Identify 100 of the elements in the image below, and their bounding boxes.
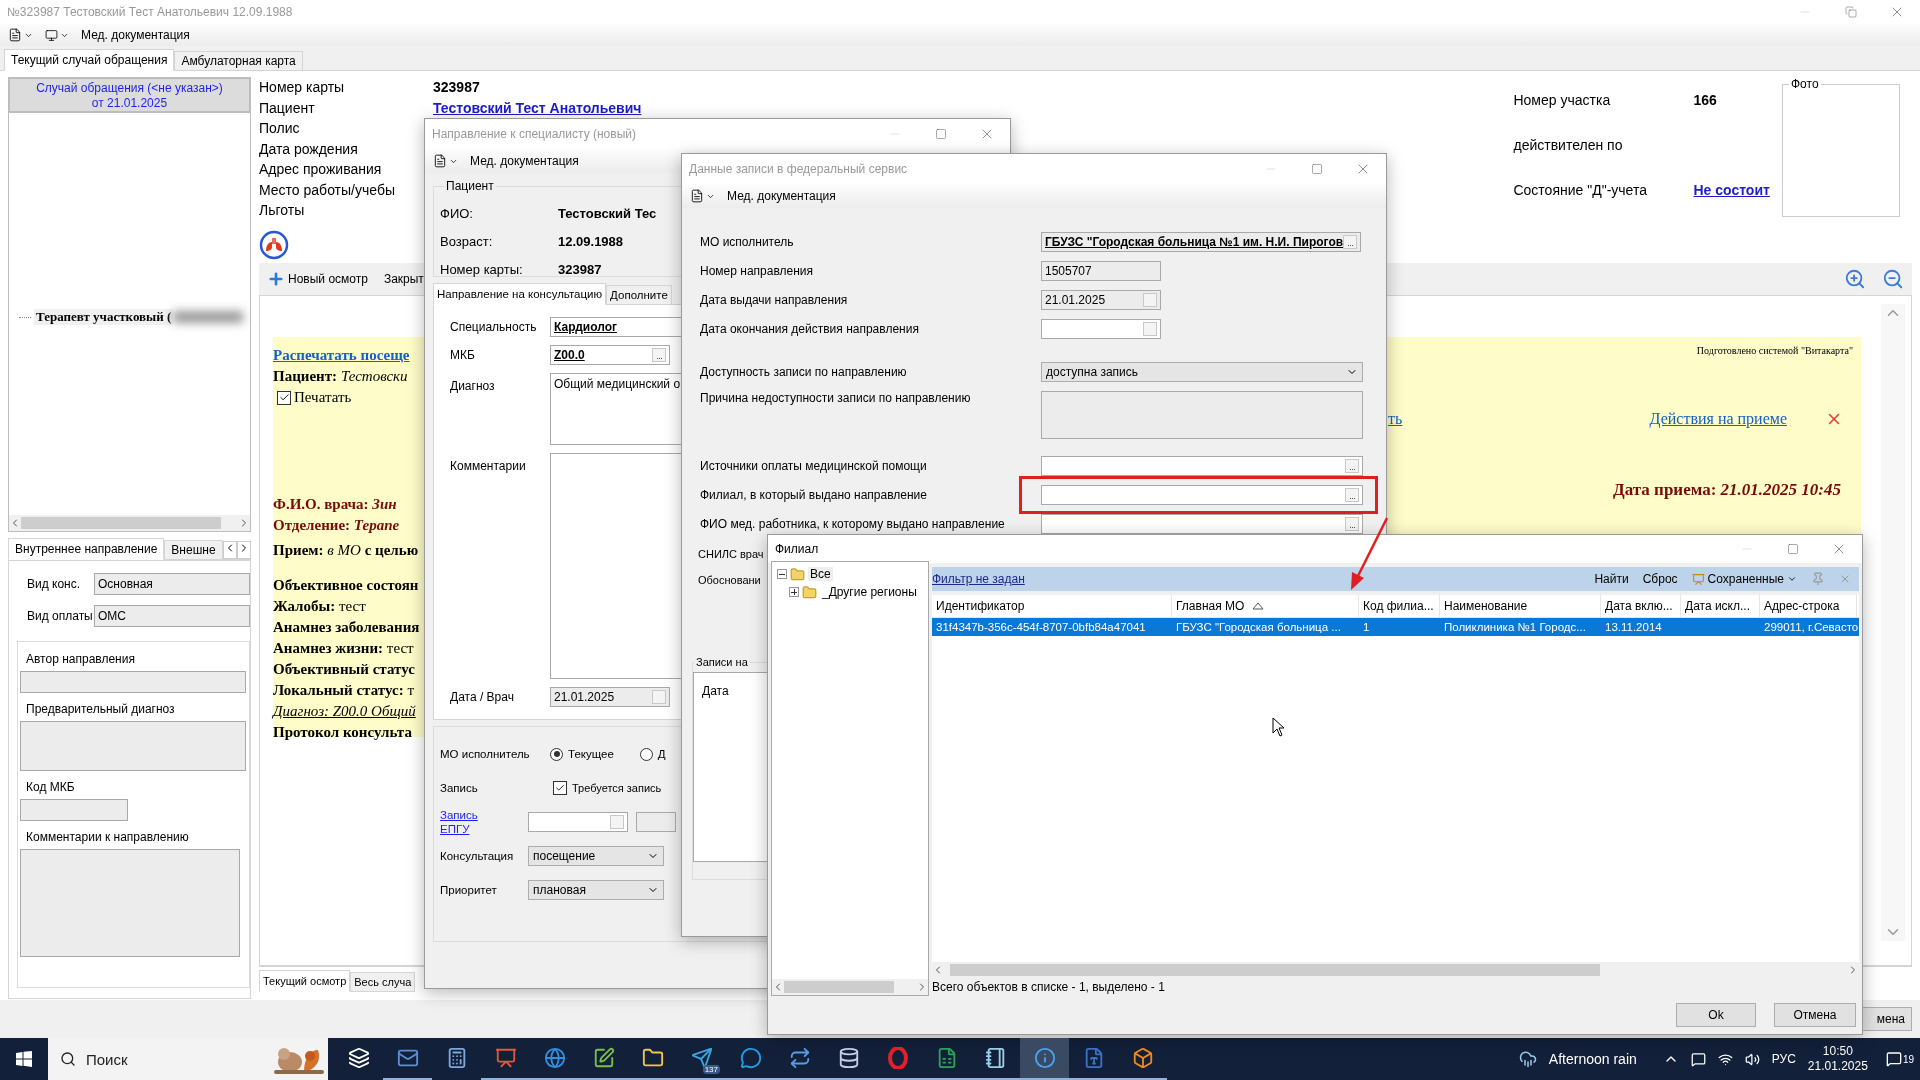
tab[interactable]: Направление на консультацию [433, 283, 607, 305]
browse-button[interactable] [1345, 488, 1359, 502]
epgu-link[interactable]: Запись ЕПГУ [440, 808, 480, 836]
cancel-button[interactable]: Отмена [1774, 1003, 1856, 1027]
scroll-right-button[interactable] [236, 541, 251, 559]
date-field[interactable] [528, 812, 628, 832]
date-field[interactable]: 21.01.2025 [1041, 290, 1161, 310]
checkbox[interactable] [553, 781, 567, 795]
volume-icon[interactable] [1744, 1051, 1760, 1067]
column-header[interactable]: Дата вклю... [1601, 595, 1681, 617]
dropdown[interactable]: доступна запись [1041, 362, 1363, 382]
scroll-left-button[interactable] [222, 541, 237, 559]
input-field[interactable]: 1505707 [1041, 261, 1161, 281]
patient-link[interactable]: Тестовский Тест Анатольевич [433, 99, 642, 116]
tree-item[interactable]: Все [808, 567, 833, 581]
ok-button[interactable]: Ok [1676, 1003, 1756, 1027]
input-field[interactable]: 21.01.2025 [550, 687, 670, 707]
checkbox[interactable] [277, 390, 291, 405]
text-area[interactable] [20, 849, 240, 957]
new-exam-button[interactable]: Новый осмотр [267, 270, 368, 288]
tree-item[interactable]: _Другие регионы [820, 585, 919, 599]
picker-field[interactable] [1041, 485, 1363, 505]
close-button[interactable] [1839, 573, 1851, 585]
tab[interactable]: Весь случа [350, 972, 416, 992]
print-link[interactable]: Распечатать посеще [273, 345, 410, 366]
date-field[interactable] [1041, 319, 1161, 339]
language-indicator[interactable]: РУС [1771, 1052, 1796, 1066]
browse-button[interactable] [652, 348, 666, 362]
actions-link[interactable]: Действия на приеме [1649, 410, 1787, 428]
input-field[interactable] [20, 671, 246, 693]
field-label: Комментарии [450, 459, 527, 473]
tab[interactable]: Внутреннее направление [8, 538, 165, 560]
horizontal-scrollbar[interactable] [772, 979, 928, 995]
zoom-in-icon [1844, 268, 1866, 290]
collapse-toggle[interactable] [777, 569, 787, 579]
input-field[interactable]: Z00.0 [550, 345, 670, 365]
documents-menu[interactable]: Мед. документация [723, 189, 840, 203]
picker-field[interactable] [1041, 456, 1363, 476]
network-icon[interactable] [1717, 1051, 1733, 1067]
browse-button[interactable] [1345, 459, 1359, 473]
picker-field[interactable] [1041, 514, 1363, 534]
column-header[interactable]: Идентификатор [932, 595, 1172, 617]
column-header[interactable]: Дата искл... [1681, 595, 1760, 617]
taskbar-app[interactable]: 137 [677, 1038, 726, 1080]
tab[interactable]: Амбулаторная карта [174, 51, 303, 71]
column-header[interactable]: Главная МО [1172, 595, 1359, 617]
horizontal-scrollbar[interactable] [9, 515, 250, 531]
documents-menu[interactable]: Мед. документация [77, 28, 194, 42]
calendar-button[interactable] [1143, 322, 1157, 336]
clock[interactable]: 10:50 21.01.2025 [1807, 1044, 1868, 1074]
case-header[interactable]: Случай обращения (<не указан>) от 21.01.2025 [8, 77, 251, 113]
tab[interactable]: Текущий осмотр [259, 970, 351, 992]
tab[interactable]: Дополните [606, 285, 672, 305]
table-row[interactable]: 31f4347b-356c-454f-8707-0bfb84a47041 ГБУЗС "Городская больница ... 1 Поликлиника №1 Городс... 13.11.2014 299011, г.Севасто [932, 618, 1859, 636]
tab[interactable]: Текущий случай обращения [4, 49, 175, 71]
zoom-in-button[interactable] [1844, 268, 1866, 290]
message-icon[interactable] [1690, 1051, 1706, 1067]
toolbar-button[interactable]: Найти [1594, 572, 1629, 586]
vertical-scrollbar[interactable] [1881, 304, 1905, 941]
field-label: Комментарии к направлению [25, 830, 189, 844]
column-header[interactable]: Адрес-строка [1760, 595, 1857, 617]
weather-text: Afternoon rain [1548, 1051, 1637, 1067]
checkbox-label: Требуется запись [572, 782, 662, 794]
search-field[interactable]: Поиск [48, 1038, 328, 1080]
expand-toggle[interactable] [789, 587, 799, 597]
input-field[interactable] [20, 799, 128, 821]
tree-item[interactable]: Терапевт участковый ( [34, 309, 174, 325]
dropdown[interactable]: посещение [528, 846, 664, 866]
documents-menu[interactable]: Мед. документация [466, 154, 583, 168]
pin-button[interactable] [1811, 572, 1825, 586]
column-header[interactable]: Наименование [1440, 595, 1601, 617]
input-field[interactable] [636, 812, 676, 832]
calendar-button[interactable] [652, 690, 666, 704]
saved-filters-menu[interactable]: Сохраненные [1691, 572, 1797, 586]
radio-button[interactable] [639, 747, 653, 761]
text-area[interactable] [20, 721, 246, 771]
browse-button[interactable] [1343, 235, 1358, 249]
toolbar-button[interactable]: Сброс [1642, 572, 1678, 586]
input-field[interactable]: ОМС [94, 605, 250, 627]
tab[interactable]: Внешне [164, 540, 223, 560]
lookup-field[interactable]: ГБУЗС "Городская больница №1 им. Н.И. Пирогов [1041, 232, 1361, 252]
document-link[interactable]: ть [1388, 410, 1403, 428]
text-area[interactable] [1041, 391, 1363, 439]
field-label: МО исполнитель [700, 235, 794, 249]
filter-link[interactable]: Фильтр не задан [932, 572, 1025, 586]
browse-button[interactable] [1345, 517, 1359, 531]
notifications-button[interactable]: 19 [1885, 1051, 1914, 1067]
lungs-icon[interactable] [259, 230, 289, 260]
status-link[interactable]: Не состоит [1693, 181, 1770, 198]
input-field[interactable]: Основная [94, 573, 250, 595]
calendar-button[interactable] [1143, 293, 1157, 307]
cancel-button[interactable]: мена [1860, 1007, 1912, 1031]
field-label: Филиал, в который выдано направление [700, 488, 927, 502]
dropdown[interactable]: плановая [528, 880, 664, 900]
toolbar-button[interactable]: Закрыт [383, 272, 424, 286]
column-header[interactable]: Код филиа... [1359, 595, 1440, 617]
zoom-out-button[interactable] [1882, 268, 1904, 290]
ring-icon [886, 1047, 909, 1069]
radio-button[interactable] [550, 747, 563, 761]
calendar-button[interactable] [610, 815, 624, 829]
